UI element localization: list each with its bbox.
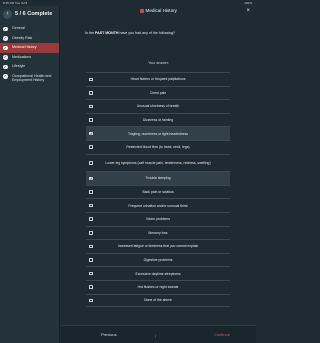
checkbox[interactable]: [89, 217, 93, 222]
sidebar-item-lifestyle[interactable]: ✓ Lifestyle: [0, 62, 59, 72]
option-row[interactable]: Tingling, numbness or light-headedness: [86, 126, 230, 140]
option-label: Memory loss: [148, 230, 168, 235]
question-prefix: In the: [85, 31, 95, 35]
checkbox[interactable]: [89, 91, 93, 95]
top-bar: Medical History ×: [61, 6, 256, 17]
option-row[interactable]: Digestive problems: [86, 252, 230, 267]
option-row[interactable]: Unusual shortness of breath: [86, 99, 230, 113]
answer-options: Heart flutters or frequent palpitations …: [86, 72, 230, 308]
checkbox[interactable]: [89, 244, 93, 249]
question-emphasis: PAST MONTH: [95, 31, 119, 35]
sidebar-item-occupational-health[interactable]: ✓ Occupational Health and Employment His…: [0, 72, 59, 88]
footer-separator: |: [155, 333, 157, 338]
battery-level: 100%: [244, 1, 252, 5]
option-label: Digestive problems: [143, 257, 173, 262]
option-label: Back pain or sciatica: [142, 189, 174, 194]
option-label: Excessive daytime sleepiness: [135, 271, 181, 276]
status-time: 8:25 PM Tue Jul 8: [3, 1, 28, 5]
checkmark-icon: ✓: [3, 64, 8, 69]
checkbox[interactable]: [89, 118, 93, 122]
option-row[interactable]: Excessive daytime sleepiness: [86, 266, 230, 280]
checkbox[interactable]: [89, 258, 93, 262]
option-row[interactable]: Chest pain: [86, 85, 230, 100]
option-label: Frequent urination and/or unusual thirst: [128, 203, 188, 208]
checkmark-icon: ✓: [3, 36, 8, 41]
checkbox[interactable]: [89, 298, 93, 303]
checkbox[interactable]: [89, 77, 93, 82]
checkmark-icon: ✓: [3, 74, 8, 79]
option-row[interactable]: Hot flushes or night sweats: [86, 279, 230, 294]
section-nav: ✓ General ✓ Obesity Risk ✓ Medical Histo…: [0, 24, 59, 88]
checkbox[interactable]: [89, 285, 93, 289]
checkbox[interactable]: [89, 190, 93, 194]
main-panel: Medical History × In the PAST MONTH have…: [61, 6, 256, 343]
page-title-text: Medical History: [145, 8, 177, 13]
sidebar-header: ‹ 5 / 6 Complete: [0, 6, 59, 24]
option-row[interactable]: Trouble sleeping: [86, 171, 230, 185]
answer-subheading: Your answer:: [148, 61, 169, 65]
option-row[interactable]: Memory loss: [86, 225, 230, 240]
sidebar-item-label: Occupational Health and Employment Histo…: [12, 73, 52, 82]
sidebar-item-label: Obesity Risk: [12, 35, 33, 40]
option-row[interactable]: None of the above: [86, 293, 230, 308]
sidebar-item-obesity-risk[interactable]: ✓ Obesity Risk: [0, 34, 59, 44]
sidebar-item-label: Medications: [12, 54, 32, 59]
checkmark-icon: ✓: [3, 55, 8, 60]
option-label: Chest pain: [149, 90, 167, 95]
continue-button[interactable]: Continue: [214, 332, 230, 337]
checkmark-icon: ✓: [3, 26, 8, 31]
checkbox[interactable]: [89, 271, 93, 276]
option-label: Hot flushes or night sweats: [137, 285, 179, 290]
checkbox[interactable]: [89, 161, 93, 165]
question-suffix: have you had any of the following?: [118, 31, 175, 35]
progress-title: 5 / 6 Complete: [15, 11, 53, 17]
option-row[interactable]: Frequent urination and/or unusual thirst: [86, 198, 230, 212]
option-label: Increased fatigue or tiredness that you …: [117, 244, 199, 249]
sidebar-item-label: Lifestyle: [12, 64, 26, 68]
checkbox[interactable]: [89, 203, 93, 208]
option-label: Restricted blood flow (to head, neck, le…: [126, 145, 190, 150]
sidebar-item-medical-history[interactable]: ✓ Medical History: [0, 43, 59, 53]
sidebar-item-label: Medical History: [12, 45, 37, 49]
option-label: Tingling, numbness or light-headedness: [128, 131, 188, 136]
option-label: None of the above: [144, 298, 172, 303]
option-row[interactable]: Lower leg symptoms (calf muscle pain, te…: [86, 153, 230, 172]
option-label: Heart flutters or frequent palpitations: [130, 77, 186, 82]
page-title: Medical History: [61, 8, 256, 13]
option-row[interactable]: Vision problems: [86, 211, 230, 226]
option-label: Lower leg symptoms (calf muscle pain, te…: [105, 160, 211, 165]
checkmark-icon: ✓: [3, 45, 8, 50]
option-label: Dizziness or fainting: [142, 117, 174, 122]
checkbox[interactable]: [89, 104, 93, 109]
checkbox[interactable]: [89, 131, 93, 136]
sidebar-item-label: General: [12, 26, 25, 30]
option-label: Trouble sleeping: [145, 176, 171, 181]
medical-icon: [140, 8, 145, 13]
option-row[interactable]: Increased fatigue or tiredness that you …: [86, 239, 230, 253]
option-row[interactable]: Restricted blood flow (to head, neck, le…: [86, 139, 230, 154]
option-row[interactable]: Heart flutters or frequent palpitations: [86, 72, 230, 86]
option-label: Unusual shortness of breath: [136, 104, 180, 109]
option-row[interactable]: Dizziness or fainting: [86, 112, 230, 127]
option-row[interactable]: Back pain or sciatica: [86, 184, 230, 199]
checkbox[interactable]: [89, 145, 93, 150]
checkbox[interactable]: [89, 231, 93, 235]
footer-bar: Previous | Continue: [61, 325, 256, 343]
checkbox[interactable]: [89, 176, 93, 181]
sidebar-item-medications[interactable]: ✓ Medications: [0, 53, 59, 63]
sidebar-item-general[interactable]: ✓ General: [0, 24, 59, 34]
option-label: Vision problems: [145, 217, 171, 222]
close-icon[interactable]: ×: [246, 8, 250, 14]
sidebar: ‹ 5 / 6 Complete ✓ General ✓ Obesity Ris…: [0, 6, 60, 343]
back-arrow-icon[interactable]: ‹: [3, 10, 12, 19]
question-text: In the PAST MONTH have you had any of th…: [85, 31, 175, 35]
previous-button[interactable]: Previous: [101, 332, 117, 337]
